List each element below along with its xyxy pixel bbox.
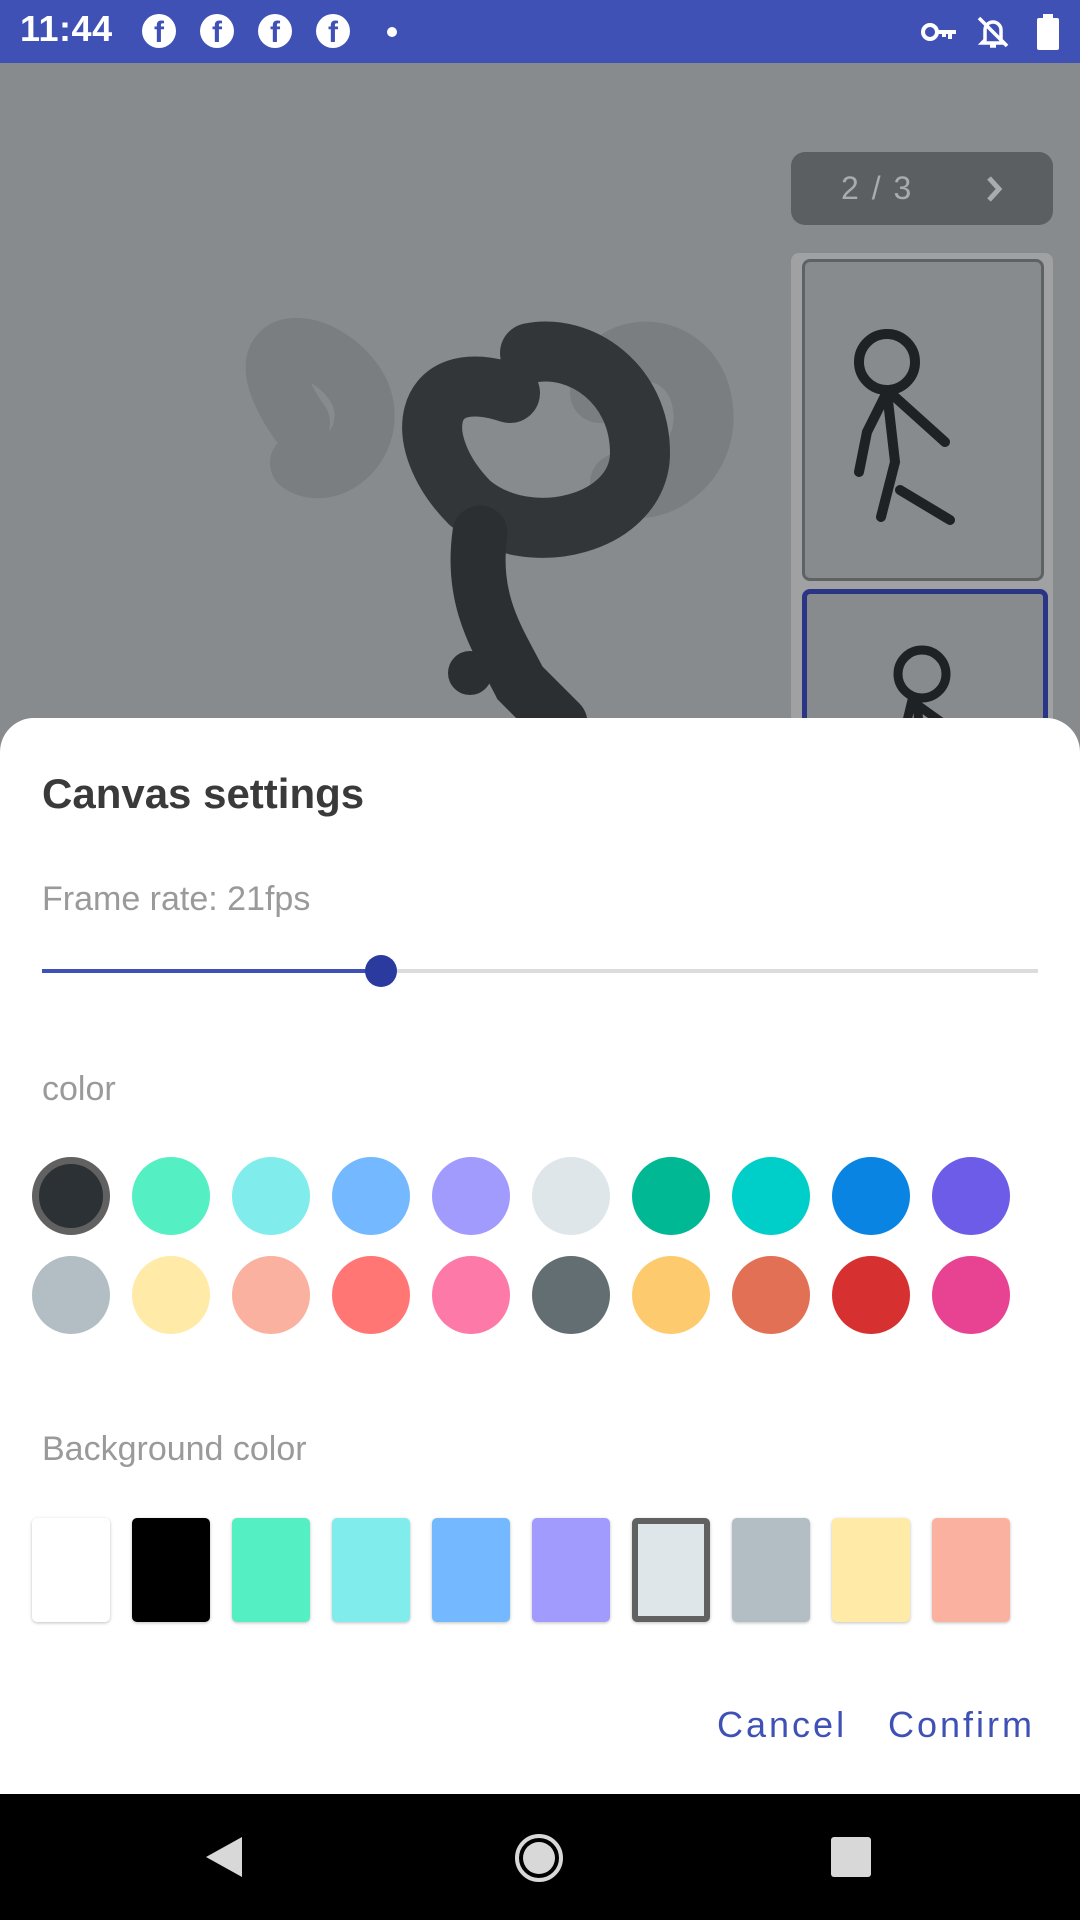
color-swatch[interactable]	[932, 1157, 1010, 1235]
background-swatch[interactable]	[132, 1518, 210, 1622]
background-swatch[interactable]	[732, 1518, 810, 1622]
color-swatch[interactable]	[932, 1256, 1010, 1334]
color-swatch[interactable]	[232, 1157, 310, 1235]
frame-counter: 2 / 3	[841, 170, 914, 206]
battery-icon	[1037, 14, 1059, 50]
notifications-off-icon	[977, 16, 1009, 48]
color-swatch[interactable]	[232, 1256, 310, 1334]
background-swatch[interactable]	[532, 1518, 610, 1622]
navigation-bar	[0, 1794, 1080, 1920]
vpn-key-icon	[921, 23, 956, 41]
color-swatch[interactable]	[332, 1256, 410, 1334]
background-swatch[interactable]	[432, 1518, 510, 1622]
color-swatch[interactable]	[732, 1157, 810, 1235]
drawing-strokes	[245, 317, 734, 723]
color-swatch[interactable]	[832, 1256, 910, 1334]
color-swatch[interactable]	[432, 1256, 510, 1334]
dialog-title: Canvas settings	[42, 770, 365, 817]
background-swatch[interactable]	[332, 1518, 410, 1622]
frame-strip	[791, 253, 1053, 915]
facebook-icon: f	[142, 14, 176, 48]
color-swatch[interactable]	[632, 1157, 710, 1235]
frame-rate-slider-fill	[42, 969, 381, 973]
color-swatch[interactable]	[132, 1256, 210, 1334]
color-swatch[interactable]	[532, 1157, 610, 1235]
color-swatch[interactable]	[632, 1256, 710, 1334]
color-swatch[interactable]	[332, 1157, 410, 1235]
background-swatch-selected[interactable]	[632, 1518, 710, 1622]
status-time: 11:44	[20, 8, 113, 49]
cancel-button[interactable]: Cancel	[717, 1704, 847, 1746]
frame-rate-slider-thumb[interactable]	[364, 955, 397, 987]
color-swatch[interactable]	[432, 1157, 510, 1235]
background-swatch[interactable]	[932, 1518, 1010, 1622]
dot-icon	[387, 27, 397, 37]
background-swatch[interactable]	[232, 1518, 310, 1622]
canvas-settings-dialog: Canvas settings Frame rate: 21fps color …	[0, 718, 1080, 1794]
background-swatch[interactable]	[32, 1518, 110, 1622]
recents-icon[interactable]	[831, 1837, 871, 1877]
back-icon[interactable]	[202, 1834, 248, 1880]
confirm-button[interactable]: Confirm	[888, 1704, 1035, 1746]
color-label: color	[42, 1070, 116, 1108]
color-swatch[interactable]	[132, 1157, 210, 1235]
color-swatch[interactable]	[732, 1256, 810, 1334]
frame-rate-label: Frame rate: 21fps	[42, 880, 311, 918]
status-bar: 11:44 f f f f	[0, 0, 1080, 63]
facebook-icon: f	[258, 14, 292, 48]
color-swatch[interactable]	[32, 1256, 110, 1334]
frame-thumbnail[interactable]	[802, 259, 1044, 581]
facebook-icon: f	[316, 14, 350, 48]
facebook-icon: f	[200, 14, 234, 48]
color-swatch-selected[interactable]	[32, 1157, 110, 1235]
frame-navigator: 2 / 3	[791, 152, 1053, 225]
color-swatch[interactable]	[832, 1157, 910, 1235]
home-icon[interactable]	[513, 1832, 565, 1884]
chevron-right-icon[interactable]	[981, 172, 1009, 206]
background-swatch[interactable]	[832, 1518, 910, 1622]
background-color-label: Background color	[42, 1430, 307, 1468]
drawing-canvas[interactable]: 2 / 3	[0, 63, 1080, 915]
color-swatch[interactable]	[532, 1256, 610, 1334]
stick-figure-thumbnail	[854, 329, 955, 525]
